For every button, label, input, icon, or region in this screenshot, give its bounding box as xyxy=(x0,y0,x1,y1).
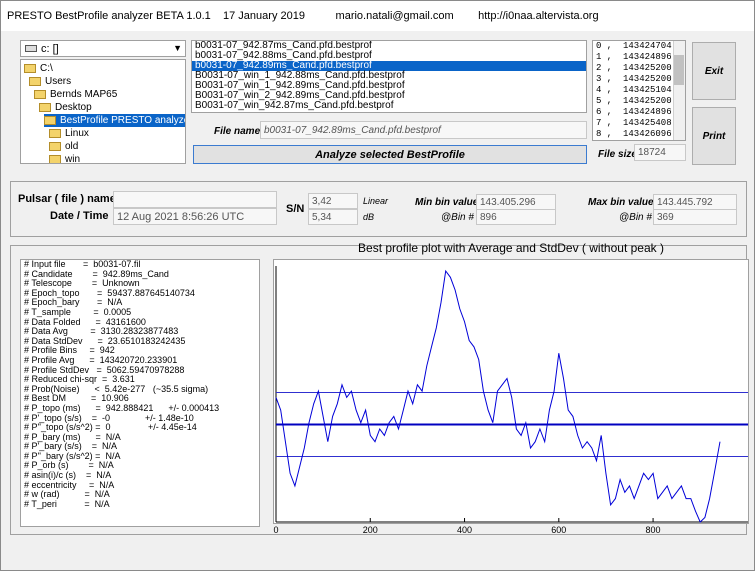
max-bin-index-label: @Bin # xyxy=(619,212,652,223)
title-bar: PRESTO BestProfile analyzer BETA 1.0.1 1… xyxy=(1,1,754,31)
folder-icon xyxy=(49,142,61,151)
sn-db-unit: dB xyxy=(363,212,375,222)
folder-icon xyxy=(29,77,41,86)
folder-label: Bernds MAP65 xyxy=(50,89,118,100)
file-size-label: File size xyxy=(598,149,637,160)
info-line: # T_peri = N/A xyxy=(24,498,110,509)
profile-chart-svg: 0 200 400 600 800 xyxy=(273,266,748,535)
folder-item[interactable]: Bernds MAP65 xyxy=(34,88,117,101)
folder-item[interactable]: C:\ xyxy=(24,62,53,75)
bin-item[interactable]: 7 , 143425408 xyxy=(593,118,685,129)
x-tick-label: 0 xyxy=(273,525,278,535)
min-bin-index-label: @Bin # xyxy=(441,212,474,223)
drive-label: c: [] xyxy=(41,42,59,55)
folder-icon xyxy=(44,116,56,125)
scrollbar-thumb[interactable] xyxy=(674,55,684,85)
folder-label: Linux xyxy=(65,128,89,139)
x-tick-label: 800 xyxy=(646,525,661,535)
analyze-button[interactable]: Analyze selected BestProfile xyxy=(193,145,587,164)
chart-title: Best profile plot with Average and StdDe… xyxy=(358,241,664,255)
sn-db-field: 5,34 xyxy=(308,209,358,225)
folder-label: Users xyxy=(45,76,72,87)
pulsar-name-field xyxy=(113,191,277,208)
file-name-field: b0031-07_942.89ms_Cand.pfd.bestprof xyxy=(260,121,587,139)
folder-icon xyxy=(34,90,46,99)
folder-icon xyxy=(49,155,61,163)
folder-item[interactable]: win xyxy=(49,153,81,164)
print-button[interactable]: Print xyxy=(692,107,736,165)
folder-item[interactable]: BestProfile PRESTO analyzer 1.0.1.e xyxy=(44,114,185,127)
chevron-down-icon[interactable]: ▼ xyxy=(173,43,182,53)
folder-label: Desktop xyxy=(55,102,92,113)
bin-list-scrollbar[interactable] xyxy=(673,41,685,140)
drive-select[interactable]: c: [] ▼ xyxy=(20,40,186,57)
folder-label: C:\ xyxy=(40,63,53,74)
sn-linear-unit: Linear xyxy=(363,196,389,206)
profile-chart: 0 200 400 600 800 xyxy=(273,259,749,535)
x-tick-label: 200 xyxy=(363,525,378,535)
folder-item[interactable]: Desktop xyxy=(39,101,92,114)
profile-info-text: # Input file = b0031-07.fil # Candidate =… xyxy=(20,259,260,527)
app-window: PRESTO BestProfile analyzer BETA 1.0.1 1… xyxy=(0,0,755,571)
file-size-field: 18724 xyxy=(634,144,686,161)
bin-item[interactable]: 0 , 143424704 xyxy=(593,41,685,52)
sn-label: S/N xyxy=(286,203,305,215)
bin-item[interactable]: 1 , 143424896 xyxy=(593,52,685,63)
max-bin-value-label: Max bin value xyxy=(588,197,654,208)
folder-item[interactable]: Linux xyxy=(49,127,89,140)
sn-linear-field: 3,42 xyxy=(308,193,358,209)
min-bin-value-field: 143.405.296 xyxy=(476,194,556,210)
profile-series-line xyxy=(275,269,721,523)
date-field: 12 Aug 2021 8:56:26 UTC xyxy=(113,208,277,225)
bin-list[interactable]: 0 , 143424704 1 , 143424896 2 , 143425200 3… xyxy=(592,40,686,141)
x-tick-label: 600 xyxy=(551,525,566,535)
bin-item[interactable]: 4 , 143425104 xyxy=(593,85,685,96)
exit-button[interactable]: Exit xyxy=(692,42,736,100)
max-bin-value-field: 143.445.792 xyxy=(653,194,737,210)
folder-icon xyxy=(24,64,36,73)
folder-label: old xyxy=(65,141,79,152)
folder-icon xyxy=(39,103,51,112)
bin-item[interactable]: 3 , 143425200 xyxy=(593,74,685,85)
folder-item[interactable]: Users xyxy=(29,75,71,88)
bin-item[interactable]: 8 , 143426096 xyxy=(593,129,685,140)
bin-item[interactable]: 9 , 143425792 xyxy=(593,140,685,141)
min-bin-value-label: Min bin value xyxy=(415,197,479,208)
min-bin-index-field: 896 xyxy=(476,209,556,225)
max-bin-index-field: 369 xyxy=(653,209,737,225)
folder-icon xyxy=(49,129,61,138)
date-label: Date / Time xyxy=(50,210,109,222)
drive-icon xyxy=(25,45,37,52)
bin-item[interactable]: 6 , 143424896 xyxy=(593,107,685,118)
bin-item[interactable]: 5 , 143425200 xyxy=(593,96,685,107)
folder-label: win xyxy=(65,154,81,164)
x-tick-label: 400 xyxy=(457,525,472,535)
pulsar-name-label: Pulsar ( file ) name xyxy=(18,193,116,205)
file-item[interactable]: B0031-07_win_942.87ms_Cand.pfd.bestprof xyxy=(192,101,586,111)
file-list[interactable]: b0031-07_942.87ms_Cand.pfd.bestprof b0031… xyxy=(191,40,587,113)
bin-item[interactable]: 2 , 143425200 xyxy=(593,63,685,74)
folder-item[interactable]: old xyxy=(49,140,78,153)
folder-tree[interactable]: C:\ Users Bernds MAP65 Desktop BestProfile P… xyxy=(20,59,186,164)
folder-label: BestProfile PRESTO analyzer 1.0.1.e xyxy=(60,115,185,126)
file-name-label: File name xyxy=(214,126,261,137)
